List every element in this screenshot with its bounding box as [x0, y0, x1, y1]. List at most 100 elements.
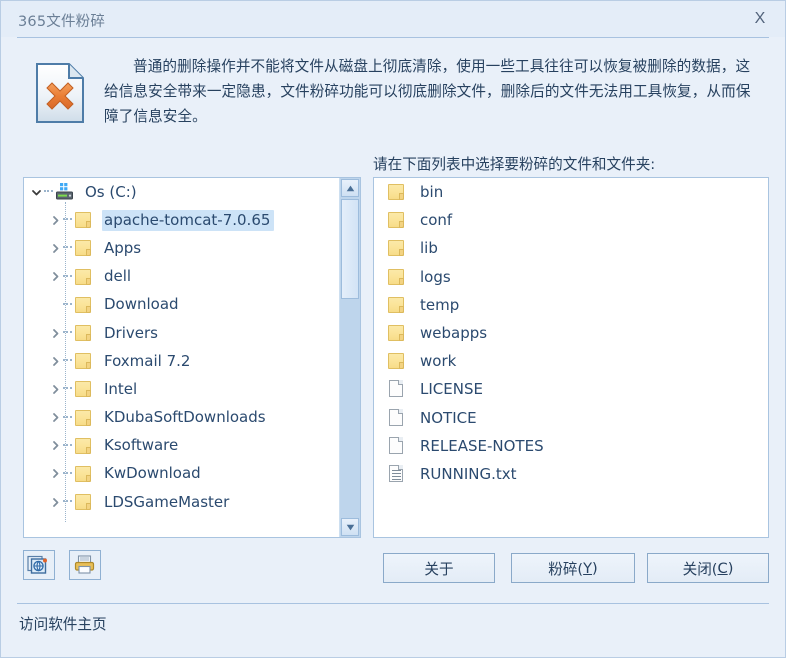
tree-item-download[interactable]: Download — [24, 291, 340, 319]
tree-item-label: Intel — [104, 379, 138, 398]
tree-item-foxmail[interactable]: Foxmail 7.2 — [24, 347, 340, 375]
about-button[interactable]: 关于 — [383, 553, 495, 583]
bottom-toolbar — [23, 550, 110, 580]
triangle-down-icon — [346, 524, 354, 530]
tree-item-label: Download — [104, 295, 179, 314]
tree-item-drivers[interactable]: Drivers — [24, 319, 340, 347]
file-list-label: 请在下面列表中选择要粉碎的文件和文件夹: — [373, 156, 656, 173]
tree-connector-dash — [63, 359, 72, 363]
tree-item-label: KwDownload — [104, 464, 201, 483]
list-item[interactable]: temp — [374, 291, 768, 319]
folder-icon — [73, 379, 95, 399]
tree-connector-dash — [63, 387, 72, 391]
print-button[interactable] — [69, 550, 102, 580]
tree-item-apps[interactable]: Apps — [24, 234, 340, 262]
chevron-right-icon[interactable] — [49, 270, 62, 283]
file-list-panel[interactable]: bin conf lib logs temp webapps work LICE… — [373, 177, 769, 538]
chevron-right-icon[interactable] — [49, 242, 62, 255]
title-bar: 365文件粉碎 X — [1, 1, 785, 37]
list-item[interactable]: LICENSE — [374, 375, 768, 403]
description-section: 普通的删除操作并不能将文件从磁盘上彻底清除，使用一些工具往往可以恢复被删除的数据… — [1, 46, 786, 146]
tree-item-label: apache-tomcat-7.0.65 — [102, 209, 275, 231]
folder-icon — [73, 238, 95, 258]
tree-connector-dash — [44, 190, 53, 194]
folder-icon — [73, 351, 95, 371]
list-item[interactable]: conf — [374, 206, 768, 234]
list-item[interactable]: lib — [374, 234, 768, 262]
tree-connector-dash — [63, 302, 72, 307]
tree-item-apache-tomcat[interactable]: apache-tomcat-7.0.65 — [24, 206, 340, 234]
list-item[interactable]: bin — [374, 178, 768, 206]
folder-icon — [73, 267, 95, 287]
list-item-label: logs — [420, 267, 451, 286]
file-icon — [386, 436, 408, 456]
directory-tree[interactable]: Os (C:) apache-tomcat-7.0.65 Apps dell D… — [24, 178, 340, 537]
folder-icon — [386, 210, 408, 230]
tree-item-ldsgamemaster[interactable]: LDSGameMaster — [24, 488, 340, 516]
chevron-right-icon[interactable] — [49, 214, 62, 227]
directory-tree-panel[interactable]: Os (C:) apache-tomcat-7.0.65 Apps dell D… — [23, 177, 361, 538]
file-icon — [386, 408, 408, 428]
list-item[interactable]: RUNNING.txt — [374, 460, 768, 488]
tree-item-dell[interactable]: dell — [24, 263, 340, 291]
list-item-label: NOTICE — [420, 408, 477, 427]
file-shredder-dialog: 365文件粉碎 X 普通的删除操作并不能将文件从磁盘上彻底清除，使用一些工具往往… — [0, 0, 786, 658]
tree-connector-dash — [63, 500, 72, 504]
chevron-right-icon[interactable] — [49, 355, 62, 368]
close-icon[interactable]: X — [748, 7, 772, 31]
tree-item-intel[interactable]: Intel — [24, 375, 340, 403]
status-divider — [17, 603, 769, 604]
folder-icon — [73, 492, 95, 512]
chevron-down-icon[interactable] — [30, 186, 43, 199]
list-item-label: work — [420, 352, 457, 371]
scroll-down-button[interactable] — [341, 518, 359, 536]
folder-icon — [73, 436, 95, 456]
folder-icon — [386, 351, 408, 371]
list-item-label: RELEASE-NOTES — [420, 436, 544, 455]
folder-icon — [73, 464, 95, 484]
tree-item-os-c[interactable]: Os (C:) — [24, 178, 340, 206]
tree-item-label: dell — [104, 267, 132, 286]
tree-scrollbar[interactable] — [339, 178, 360, 537]
tree-connector-dash — [63, 246, 72, 250]
list-item-label: RUNNING.txt — [420, 464, 517, 483]
list-item-label: conf — [420, 211, 453, 230]
tree-item-kdubasoftdownloads[interactable]: KDubaSoftDownloads — [24, 404, 340, 432]
shred-button[interactable]: 粉碎(Y) — [511, 553, 635, 583]
tree-item-label: LDSGameMaster — [104, 492, 230, 511]
tree-connector-dash — [63, 471, 72, 476]
shredded-file-icon — [34, 62, 86, 124]
file-icon — [386, 379, 408, 399]
list-item[interactable]: NOTICE — [374, 404, 768, 432]
list-item[interactable]: logs — [374, 263, 768, 291]
tree-item-label: Ksoftware — [104, 436, 179, 455]
chevron-right-icon[interactable] — [49, 496, 62, 509]
tree-connector-dash — [63, 331, 72, 335]
folder-icon — [73, 295, 95, 315]
scrollbar-thumb[interactable] — [341, 199, 359, 299]
homepage-link-button[interactable] — [23, 550, 55, 580]
close-button[interactable]: 关闭(C) — [647, 553, 769, 583]
tree-item-label: Apps — [104, 238, 142, 257]
title-divider — [17, 37, 769, 38]
folder-icon — [386, 295, 408, 315]
tree-item-kwdownload[interactable]: KwDownload — [24, 460, 340, 488]
close-button-prefix: 关闭( — [682, 560, 718, 578]
chevron-right-icon[interactable] — [49, 467, 62, 480]
homepage-status-link[interactable]: 访问软件主页 — [19, 613, 107, 634]
list-item-label: bin — [420, 183, 444, 202]
chevron-right-icon[interactable] — [49, 411, 62, 424]
shred-button-suffix: ) — [592, 559, 598, 577]
chevron-right-icon[interactable] — [49, 383, 62, 396]
chevron-right-icon[interactable] — [49, 439, 62, 452]
list-item[interactable]: work — [374, 347, 768, 375]
tree-item-ksoftware[interactable]: Ksoftware — [24, 432, 340, 460]
folder-icon — [386, 182, 408, 202]
folder-icon — [386, 238, 408, 258]
list-item[interactable]: RELEASE-NOTES — [374, 432, 768, 460]
scroll-up-button[interactable] — [341, 179, 359, 197]
chevron-right-icon[interactable] — [49, 327, 62, 340]
list-item[interactable]: webapps — [374, 319, 768, 347]
tree-connector-dash — [63, 218, 72, 222]
